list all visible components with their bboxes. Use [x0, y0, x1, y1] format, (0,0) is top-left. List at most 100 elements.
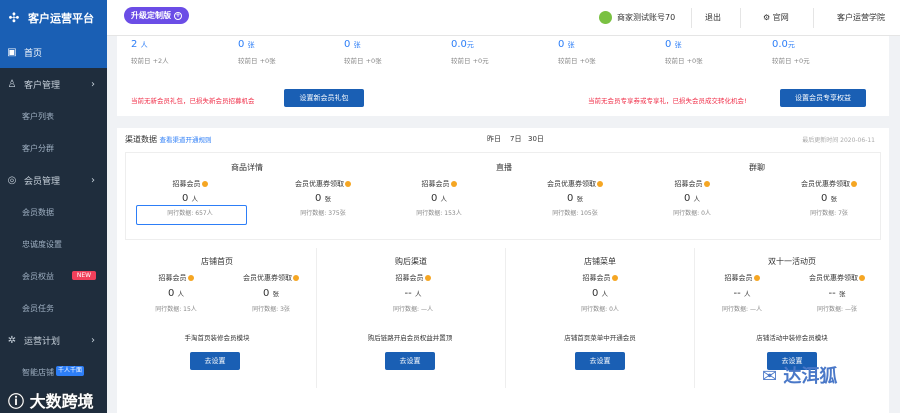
recruit-unit: 人	[601, 290, 609, 298]
stat-compare: 较前日 +0张	[558, 57, 596, 65]
divider	[694, 248, 695, 388]
recruit-unit: 人	[414, 290, 422, 298]
coupon-peer: 同行数据: 7张	[789, 208, 869, 217]
stat-unit: 张	[247, 41, 255, 49]
coupon-value: 0 张	[283, 193, 363, 204]
coupon-label-text: 会员优惠券领取	[547, 180, 596, 188]
member-rights-button[interactable]: 设置会员专享权益	[780, 89, 866, 107]
recruit-number: 0	[430, 193, 438, 204]
recruit-label-text: 招募会员	[421, 180, 450, 188]
recruit-value: 0 人	[409, 193, 469, 204]
stat-value: 0.0	[451, 39, 467, 50]
range-7d[interactable]: 7日	[510, 134, 521, 144]
recruit-label-text: 招募会员	[582, 274, 611, 282]
peer-label: 同行数据:	[810, 210, 837, 217]
stat-compare: 较前日 +0张	[665, 57, 703, 65]
alert-text-right: 当前无会员专享券或专享礼，已损失会员成交转化机会!	[588, 97, 747, 105]
coupon-unit: 张	[576, 195, 584, 203]
recruit-unit: 人	[177, 290, 185, 298]
range-30d[interactable]: 30日	[528, 134, 544, 144]
coupon-number: 0	[262, 288, 270, 299]
nav-smart-store[interactable]: 智能店铺 千人千面	[0, 356, 107, 388]
recruit-number: --	[733, 288, 741, 299]
nav-member-data[interactable]: 会员数据	[0, 196, 107, 228]
recruit-peer: 同行数据: 0人	[565, 304, 635, 313]
nav-customer[interactable]: ♙ 客户管理 ›	[0, 68, 107, 100]
nav-ops-label: 运营计划	[24, 336, 61, 347]
info-icon	[424, 275, 431, 281]
chevron-right-icon: ›	[91, 334, 95, 346]
logo-icon: ✣	[8, 10, 20, 26]
coupon-label-text: 会员优惠券领取	[809, 274, 858, 282]
bulb-icon: ✲	[7, 334, 17, 346]
peer-value: 7张	[838, 210, 848, 217]
last-updated: 最后更新时间 2020-06-11	[802, 137, 875, 144]
block-desc: 购后链路开启会员权益并置顶	[367, 334, 453, 342]
site-link[interactable]: ⚙ 官网	[763, 0, 789, 36]
recruit-label-text: 招募会员	[674, 180, 703, 188]
recruit-value: 0 人	[160, 193, 220, 204]
recruit-number: 0	[167, 288, 175, 299]
coupon-peer: 同行数据: 3张	[231, 304, 311, 313]
setup-button[interactable]: 去设置	[575, 352, 625, 370]
coupon-number: 0	[820, 193, 828, 204]
coupon-number: --	[828, 288, 836, 299]
nav-smart-store-label: 智能店铺	[22, 367, 54, 377]
block-title: 群聊	[749, 163, 765, 172]
chevron-right-icon: ›	[91, 78, 95, 90]
nav-home[interactable]: ▣ 首页	[0, 36, 107, 68]
main-content: 2 人较前日 +2人 0 张较前日 +0张 0 张较前日 +0张 0.0元 较前日…	[107, 36, 900, 413]
coupon-peer: 同行数据: 375张	[283, 208, 363, 217]
recruit-value: -- 人	[717, 288, 767, 299]
nav-member-rights-label: 会员权益	[22, 271, 54, 281]
peer-label: 同行数据:	[252, 306, 279, 313]
peer-value: —人	[420, 306, 433, 313]
account-name[interactable]: 商家测试账号70	[617, 0, 675, 36]
info-icon	[703, 181, 710, 187]
nav-member[interactable]: ◎ 会员管理 ›	[0, 164, 107, 196]
stat-item: 0 张较前日 +0张	[558, 39, 658, 65]
info-icon	[450, 181, 457, 187]
stat-value: 0	[665, 39, 672, 50]
app-logo[interactable]: ✣ 客户运营平台	[0, 0, 107, 36]
stat-unit: 人	[140, 41, 148, 49]
upgrade-button[interactable]: 升级定制版 +	[124, 7, 189, 24]
recruit-number: 0	[181, 193, 189, 204]
watermark-logo-icon: ⓘ	[8, 392, 25, 411]
setup-button[interactable]: 去设置	[190, 352, 240, 370]
nav-member-task[interactable]: 会员任务	[0, 292, 107, 324]
peer-value: 15人	[183, 306, 197, 313]
nav-ops[interactable]: ✲ 运营计划 ›	[0, 324, 107, 356]
stat-value: 0.0	[772, 39, 788, 50]
logout-link[interactable]: 退出	[705, 0, 721, 36]
divider	[691, 8, 692, 28]
home-icon: ▣	[7, 46, 17, 58]
range-yesterday[interactable]: 昨日	[487, 134, 501, 144]
stat-unit: 元	[787, 41, 795, 49]
setup-button[interactable]: 去设置	[385, 352, 435, 370]
nav-member-rights[interactable]: 会员权益 NEW	[0, 260, 107, 292]
alert-text-left: 当前无新会员礼包，已损失新会员招募机会	[131, 97, 255, 105]
divider	[505, 248, 506, 388]
app-title: 客户运营平台	[28, 12, 94, 25]
coupon-label: 会员优惠券领取	[283, 179, 363, 189]
settings-icon: ⚙	[763, 13, 771, 22]
nav-customer-segment[interactable]: 客户分群	[0, 132, 107, 164]
recruit-label-text: 招募会员	[158, 274, 187, 282]
account-avatar[interactable]	[599, 0, 612, 36]
peer-value: 153人	[444, 210, 462, 217]
recruit-unit: 人	[693, 195, 701, 203]
peer-label: 同行数据:	[300, 210, 327, 217]
rules-link[interactable]: 查看渠道开通规则	[160, 136, 212, 144]
recruit-peer: 同行数据: —人	[378, 304, 448, 313]
nav-loyalty[interactable]: 忠诚度设置	[0, 228, 107, 260]
peer-label: 同行数据:	[155, 306, 182, 313]
new-member-gift-button[interactable]: 设置新会员礼包	[284, 89, 364, 107]
highlight-box	[136, 205, 247, 225]
stat-value: 0	[238, 39, 245, 50]
academy-link[interactable]: 客户运营学院	[837, 0, 885, 36]
peer-label: 同行数据:	[416, 210, 443, 217]
nav-member-task-label: 会员任务	[22, 303, 54, 313]
nav-customer-list[interactable]: 客户列表	[0, 100, 107, 132]
divider	[813, 8, 814, 28]
